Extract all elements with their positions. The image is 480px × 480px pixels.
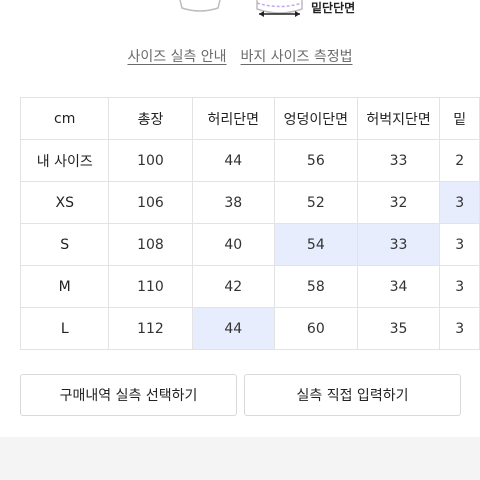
table-cell: 106 [108, 181, 193, 224]
table-cell: 40 [191, 223, 275, 266]
table-row-l: L 112 44 60 35 3 [19, 307, 480, 350]
row-label: L [19, 307, 110, 350]
row-label: S [19, 223, 110, 266]
table-cell: 2 [439, 139, 480, 182]
table-cell: 3 [439, 223, 480, 266]
header-cell: 총장 [108, 97, 193, 140]
size-guide-page: 밑단단면 사이즈 실측 안내 바지 사이즈 측정법 cm 총장 허리단면 엉덩이단… [0, 0, 480, 480]
row-label: M [19, 265, 110, 308]
hem-width-label: 밑단단면 [311, 1, 356, 15]
table-row-m: M 110 42 58 34 3 [19, 265, 480, 308]
table-cell-highlighted: 44 [191, 307, 275, 350]
pants-hem-icon [179, 0, 303, 17]
header-cell: cm [19, 97, 110, 140]
table-cell: 38 [191, 181, 275, 224]
table-cell: 33 [356, 139, 441, 182]
manual-input-button[interactable]: 실측 직접 입력하기 [244, 374, 461, 416]
table-cell: 60 [273, 307, 358, 350]
table-cell: 112 [108, 307, 193, 350]
header-cell: 허리단면 [191, 97, 275, 140]
table-cell: 34 [356, 265, 441, 308]
table-cell: 3 [439, 265, 480, 308]
table-cell: 58 [273, 265, 358, 308]
table-cell-highlighted: 3 [439, 181, 480, 224]
row-label: XS [19, 181, 110, 224]
row-label: 내 사이즈 [19, 139, 110, 182]
table-cell: 100 [108, 139, 193, 182]
table-cell-highlighted: 33 [356, 223, 441, 266]
bottom-section-divider [0, 437, 480, 480]
pants-measure-guide-link[interactable]: 바지 사이즈 측정법 [241, 49, 353, 65]
table-cell: 56 [273, 139, 358, 182]
table-cell: 42 [191, 265, 275, 308]
table-cell: 35 [356, 307, 441, 350]
table-cell: 32 [356, 181, 441, 224]
actual-size-guide-link[interactable]: 사이즈 실측 안내 [127, 49, 226, 65]
table-cell: 108 [108, 223, 193, 266]
table-cell: 3 [439, 307, 480, 350]
select-purchase-history-button[interactable]: 구매내역 실측 선택하기 [20, 374, 237, 416]
header-cell: 허벅지단면 [356, 97, 441, 140]
header-cell: 밑 [439, 97, 480, 140]
guide-links: 사이즈 실측 안내 바지 사이즈 측정법 [0, 46, 480, 68]
table-row-xs: XS 106 38 52 32 3 [19, 181, 480, 224]
table-row-my-size: 내 사이즈 100 44 56 33 2 [19, 139, 480, 182]
size-table: cm 총장 허리단면 엉덩이단면 허벅지단면 밑 내 사이즈 100 44 56… [19, 97, 480, 350]
pants-measure-illustration: 밑단단면 [0, 0, 480, 30]
table-cell: 110 [108, 265, 193, 308]
table-cell-highlighted: 54 [273, 223, 358, 266]
table-row-s: S 108 40 54 33 3 [19, 223, 480, 266]
table-cell: 52 [273, 181, 358, 224]
table-cell: 44 [191, 139, 275, 182]
table-header-row: cm 총장 허리단면 엉덩이단면 허벅지단면 밑 [19, 97, 480, 140]
header-cell: 엉덩이단면 [273, 97, 358, 140]
